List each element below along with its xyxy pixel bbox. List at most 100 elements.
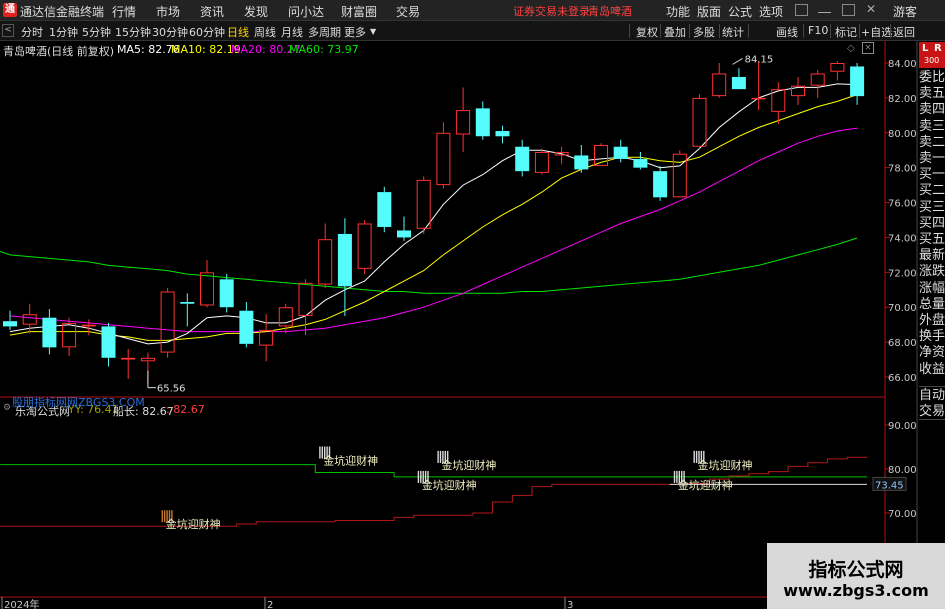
more-chevron-icon[interactable]: ▼ <box>370 27 376 36</box>
period-day[interactable]: 日线 <box>227 24 249 40</box>
period-1min[interactable]: 1分钟 <box>49 24 78 40</box>
divider <box>859 24 860 38</box>
candle <box>416 176 431 234</box>
period-more[interactable]: 更多 <box>344 24 366 40</box>
candle <box>495 125 510 144</box>
candle-body <box>495 131 510 137</box>
period-multi[interactable]: 多周期 <box>308 24 341 40</box>
candle-body <box>672 153 687 198</box>
sub-watermark-text: 股朋指标网网ZBGS3.COM <box>12 396 145 409</box>
menu-item-discover[interactable]: 发现 <box>244 3 268 20</box>
tool-overlay[interactable]: 叠加 <box>664 24 686 40</box>
sub-tick-label: 80.00 <box>888 465 917 476</box>
candle <box>672 150 687 198</box>
period-30min[interactable]: 30分钟 <box>152 24 188 40</box>
signal-label: 金坑迎财神 <box>698 458 753 472</box>
candle-body <box>377 192 392 227</box>
candle-body <box>239 310 254 344</box>
menu-item-trade[interactable]: 交易 <box>396 3 420 20</box>
diamond-icon[interactable]: ◇ <box>847 43 855 54</box>
quote-label-4: 卖二 <box>919 134 945 150</box>
close-icon[interactable]: ✕ <box>866 3 879 16</box>
signal-marker: 金坑迎财神 <box>437 450 496 472</box>
maximize-icon[interactable] <box>842 4 855 16</box>
candle-body <box>731 76 746 90</box>
date-label: 2 <box>267 600 273 609</box>
candle <box>3 310 17 330</box>
minimize-icon[interactable] <box>818 4 831 13</box>
candle <box>712 63 727 98</box>
auto-trade-button[interactable]: 自动 交易 <box>919 386 945 420</box>
candle <box>180 293 195 327</box>
quote-label-6: 买一 <box>919 167 945 183</box>
collapse-icon[interactable]: < <box>2 24 14 37</box>
period-tick[interactable]: 分时 <box>21 24 43 40</box>
login-warning[interactable]: 证券交易未登录 <box>513 3 590 19</box>
menu-item-layout[interactable]: 版面 <box>697 3 721 20</box>
menu-item-news[interactable]: 资讯 <box>200 3 224 20</box>
candle <box>613 139 628 163</box>
tool-multi-stock[interactable]: 多股 <box>693 24 715 40</box>
candle-body <box>357 223 372 269</box>
candle <box>239 301 254 348</box>
watermark-title: 指标公式网 <box>808 559 904 581</box>
tool-statistics[interactable]: 统计 <box>722 24 744 40</box>
quote-label-5: 卖一 <box>919 151 945 166</box>
menu-item-formula[interactable]: 公式 <box>728 3 752 20</box>
quote-label-16: 换手 <box>919 329 945 345</box>
kline-chart[interactable]: 84.1565.56 金坑迎财神金坑迎财神金坑迎财神金坑迎财神金坑迎财神金坑迎财… <box>0 41 945 609</box>
period-15min[interactable]: 15分钟 <box>115 24 151 40</box>
menu-item-markets[interactable]: 市场 <box>156 3 180 20</box>
divider <box>890 24 891 38</box>
quote-label-1: 卖五 <box>919 86 945 102</box>
tool-mark[interactable]: 标记 <box>835 24 857 40</box>
candle <box>574 144 589 173</box>
candle <box>456 87 471 152</box>
menu-item-options[interactable]: 选项 <box>759 3 783 20</box>
current-stock-name: 青岛啤酒 <box>588 5 632 18</box>
guest-user[interactable]: 游客 <box>893 3 917 20</box>
quote-label-13: 涨幅 <box>919 280 945 296</box>
tool-add-watchlist[interactable]: +自选 <box>861 24 892 40</box>
candle-body <box>259 329 274 346</box>
app-title: 通达信金融终端 <box>20 5 105 19</box>
candle-body <box>62 322 77 348</box>
tool-draw-line[interactable]: 画线 <box>776 24 798 40</box>
candle <box>810 69 825 98</box>
candle-body <box>397 230 411 238</box>
period-5min[interactable]: 5分钟 <box>82 24 111 40</box>
candle <box>515 139 530 177</box>
candle <box>219 274 234 313</box>
candle-body <box>515 146 530 172</box>
signal-label: 金坑迎财神 <box>441 458 496 472</box>
menu-item-function[interactable]: 功能 <box>666 3 690 20</box>
price-tick-label: 84.00 <box>888 59 917 70</box>
candle-body <box>121 357 136 360</box>
settings-icon[interactable]: ⚙ <box>3 403 11 413</box>
date-label: 2024年 <box>4 598 39 609</box>
price-tick-label: 76.00 <box>888 199 917 210</box>
menu-item-ask[interactable]: 问小达 <box>288 3 324 20</box>
window-restore-icon[interactable] <box>795 4 808 16</box>
tool-restore-rights[interactable]: 复权 <box>636 24 658 40</box>
period-60min[interactable]: 60分钟 <box>189 24 225 40</box>
quote-label-11: 最新 <box>919 248 945 264</box>
price-tick-label: 78.00 <box>888 164 917 175</box>
candle-body <box>160 291 175 353</box>
candle-body <box>475 108 490 137</box>
quote-label-14: 总量 <box>919 296 945 312</box>
signal-marker: 金坑迎财神 <box>161 510 221 531</box>
high-pointer <box>732 57 743 65</box>
sub-tick-label: 90.00 <box>888 421 917 432</box>
level-badge[interactable]: L R 300 <box>919 42 945 68</box>
period-month[interactable]: 月线 <box>281 24 303 40</box>
menu-item-wealth[interactable]: 财富圈 <box>341 3 377 20</box>
period-week[interactable]: 周线 <box>254 24 276 40</box>
tool-back[interactable]: 返回 <box>893 24 915 40</box>
candle <box>121 349 136 379</box>
close-panel-icon[interactable]: ✕ <box>862 42 874 54</box>
signal-label: 金坑迎财神 <box>166 517 221 531</box>
menu-item-market[interactable]: 行情 <box>112 3 136 20</box>
candle-body <box>692 97 707 147</box>
tool-f10[interactable]: F10 <box>808 24 828 37</box>
